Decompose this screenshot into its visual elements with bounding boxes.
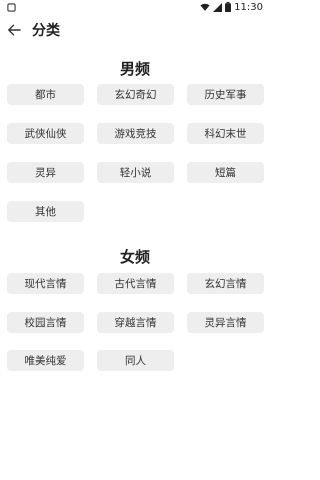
- section-title-female: 女频: [119, 248, 150, 266]
- category-chip[interactable]: 轻小说: [97, 162, 174, 183]
- category-chip[interactable]: 穿越言情: [97, 312, 174, 333]
- category-chip[interactable]: 武侠仙侠: [7, 123, 84, 144]
- gear-icon: [7, 2, 16, 12]
- category-chip[interactable]: 玄幻言情: [187, 273, 264, 294]
- page-title: 分类: [32, 23, 60, 39]
- category-chip[interactable]: 同人: [97, 350, 174, 371]
- category-chip[interactable]: 校园言情: [7, 312, 84, 333]
- category-chip[interactable]: 其他: [7, 201, 84, 222]
- category-chip[interactable]: 古代言情: [97, 273, 174, 294]
- wifi-icon: [200, 3, 210, 11]
- category-chip[interactable]: 科幻末世: [187, 123, 264, 144]
- category-chip[interactable]: 短篇: [187, 162, 264, 183]
- category-chip[interactable]: 都市: [7, 84, 84, 105]
- app-bar: 分类: [0, 14, 270, 46]
- category-chip[interactable]: 唯美纯爱: [7, 350, 84, 371]
- battery-icon: [225, 2, 232, 12]
- status-time: 11:30: [234, 1, 263, 13]
- back-button[interactable]: [1, 17, 27, 43]
- status-bar: 11:30: [0, 0, 270, 14]
- category-chip[interactable]: 现代言情: [7, 273, 84, 294]
- status-left: [7, 2, 16, 12]
- signal-icon: [213, 2, 223, 12]
- category-chip[interactable]: 灵异言情: [187, 312, 264, 333]
- back-arrow-icon: [8, 24, 21, 36]
- category-chip[interactable]: 灵异: [7, 162, 84, 183]
- category-chip[interactable]: 游戏竞技: [97, 123, 174, 144]
- section-title-male: 男频: [119, 60, 150, 78]
- category-chip[interactable]: 玄幻奇幻: [97, 84, 174, 105]
- status-right: 11:30: [200, 2, 263, 13]
- category-chip[interactable]: 历史军事: [187, 84, 264, 105]
